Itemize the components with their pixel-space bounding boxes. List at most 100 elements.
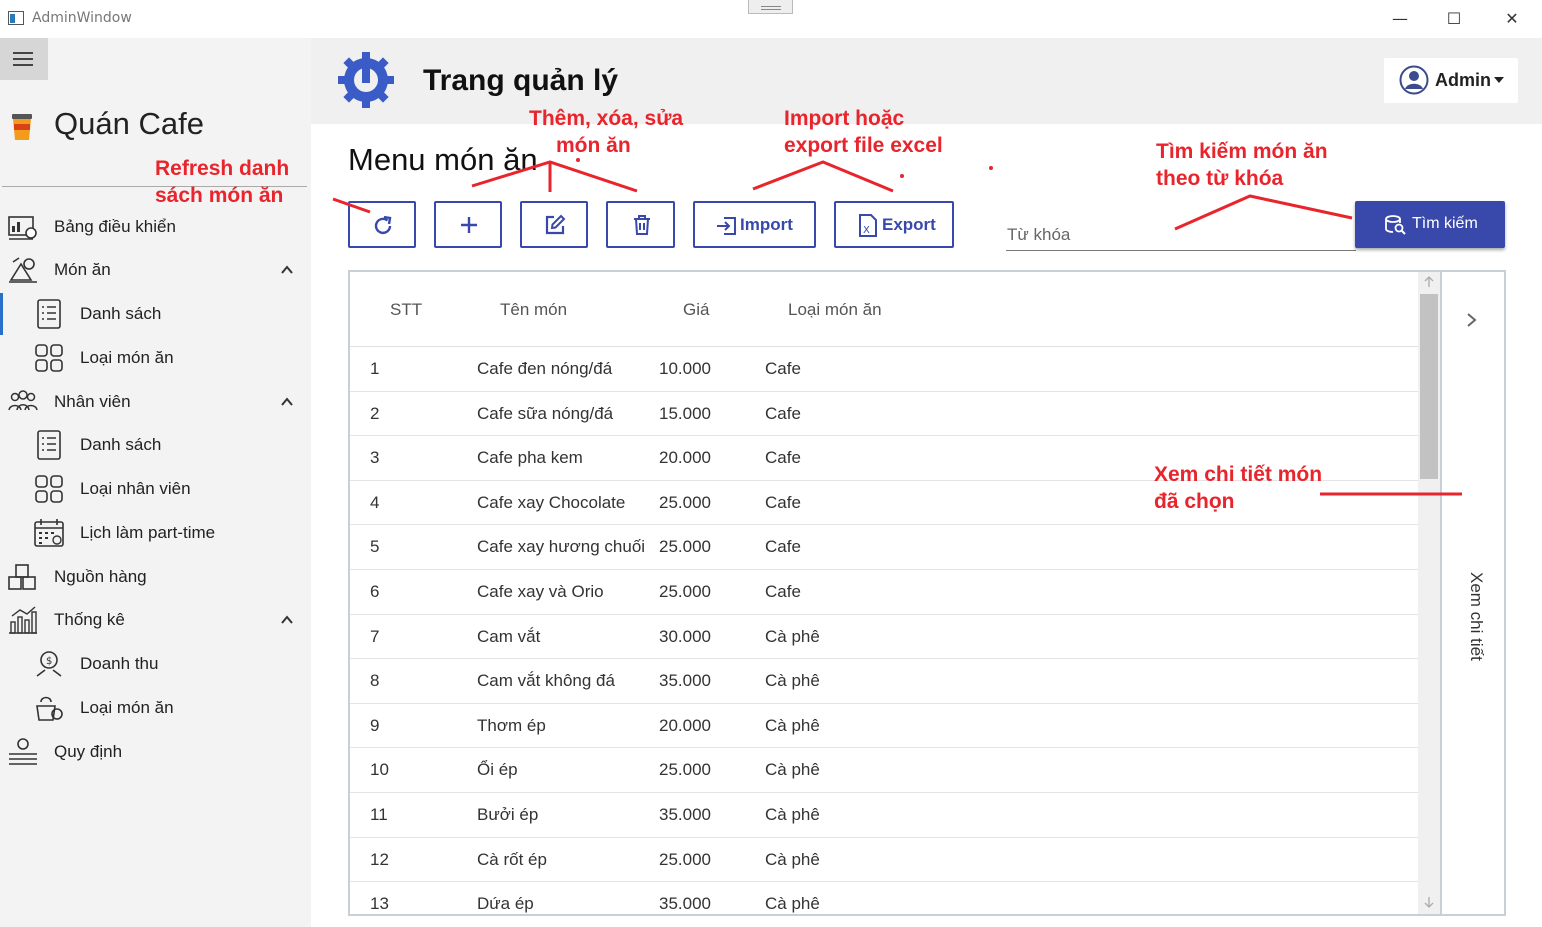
list-icon [37, 299, 61, 329]
food-category-icon [36, 696, 63, 721]
refresh-button[interactable] [348, 201, 416, 248]
table-cell: 20.000 [659, 715, 711, 735]
minimize-button[interactable]: — [1380, 6, 1420, 32]
table-cell: 3 [370, 448, 380, 468]
table-cell: Cà phê [765, 894, 820, 914]
hamburger-menu-button[interactable] [0, 38, 48, 80]
boxes-icon [8, 564, 36, 590]
rules-icon [9, 738, 37, 765]
sidebar-item-food[interactable]: Món ăn [0, 250, 311, 290]
edit-button[interactable] [520, 201, 588, 248]
chevron-up-icon[interactable] [280, 613, 294, 627]
export-label: Export [882, 215, 936, 234]
table-cell: 5 [370, 537, 380, 557]
import-icon [717, 217, 736, 235]
annotation-crud: Thêm, xóa, sửa món ăn [529, 105, 683, 159]
maximize-button[interactable]: ☐ [1434, 6, 1474, 32]
table-row[interactable]: 8 Cam vắt không đá 35.000 Cà phê [350, 659, 1418, 704]
export-button[interactable]: X Export [834, 201, 954, 248]
table-row[interactable]: 1 Cafe đen nóng/đá 10.000 Cafe [350, 347, 1418, 392]
detail-panel[interactable]: Xem chi tiết [1442, 270, 1506, 916]
user-name: Admin [1435, 70, 1491, 90]
table-cell: Cà phê [765, 849, 820, 869]
chevron-right-icon[interactable] [1466, 312, 1478, 328]
chevron-up-icon[interactable] [280, 395, 294, 409]
sidebar-item-label: Doanh thu [80, 654, 159, 673]
svg-text:X: X [863, 225, 870, 236]
search-button[interactable]: Tìm kiếm [1355, 201, 1505, 248]
table-cell: Cà phê [765, 760, 820, 780]
table-row[interactable]: 13 Dứa ép 35.000 Cà phê [350, 882, 1418, 914]
sidebar-item-label: Lịch làm part-time [80, 523, 216, 542]
grid-icon [35, 344, 63, 372]
search-input[interactable] [1006, 220, 1356, 251]
sidebar-item-staff-list[interactable]: Danh sách [0, 425, 311, 465]
avatar-icon [1399, 65, 1429, 95]
user-menu-button[interactable]: Admin [1384, 58, 1518, 103]
import-label: Import [740, 215, 793, 234]
sidebar-item-rules[interactable]: Quy định [0, 732, 311, 772]
sidebar-item-label: Nhân viên [54, 392, 131, 411]
drag-grip-icon[interactable] [748, 0, 793, 14]
table-cell: 13 [370, 894, 389, 914]
table-row[interactable]: 6 Cafe xay và Orio 25.000 Cafe [350, 570, 1418, 615]
list-icon [37, 430, 61, 460]
delete-button[interactable] [606, 201, 675, 248]
annotation-line: đã chọn [1154, 490, 1235, 513]
table-cell: Cafe xay và Orio [477, 582, 604, 601]
sidebar-item-staff-type[interactable]: Loại nhân viên [0, 469, 311, 509]
table-cell: Cafe [765, 403, 801, 423]
table-row[interactable]: 9 Thơm ép 20.000 Cà phê [350, 704, 1418, 749]
sidebar-item-label: Loại món ăn [80, 348, 174, 367]
sidebar-item-revenue[interactable]: $ Doanh thu [0, 644, 311, 684]
annotation-line: Thêm, xóa, sửa [529, 107, 684, 130]
scroll-up-icon[interactable] [1423, 276, 1435, 288]
sidebar-item-staff[interactable]: Nhân viên [0, 382, 311, 422]
sidebar-item-schedule[interactable]: Lịch làm part-time [0, 513, 311, 553]
table-row[interactable]: 12 Cà rốt ép 25.000 Cà phê [350, 838, 1418, 883]
table-cell: Bưởi ép [477, 805, 539, 824]
column-header[interactable]: Tên món [500, 300, 567, 320]
revenue-icon: $ [36, 651, 62, 677]
import-button[interactable]: Import [693, 201, 816, 248]
page-title: Trang quản lý [423, 64, 619, 97]
column-header[interactable]: STT [390, 300, 422, 320]
excel-file-icon: X [859, 214, 877, 237]
sidebar-item-dashboard[interactable]: Bảng điều khiển [0, 207, 311, 247]
column-header[interactable]: Loại món ăn [788, 300, 882, 320]
sidebar-item-food-category[interactable]: Loại món ăn [0, 338, 311, 378]
table-row[interactable]: 11 Bưởi ép 35.000 Cà phê [350, 793, 1418, 838]
table-cell: Cà phê [765, 805, 820, 824]
annotation-detail: Xem chi tiết món đã chọn [1154, 461, 1322, 515]
column-header[interactable]: Giá [683, 300, 709, 320]
calendar-icon [34, 519, 64, 547]
table-cell: 4 [370, 492, 380, 512]
vertical-scrollbar[interactable] [1418, 272, 1440, 914]
sidebar-item-food-stats[interactable]: Loại món ăn [0, 688, 311, 728]
table-row[interactable]: 2 Cafe sữa nóng/đá 15.000 Cafe [350, 392, 1418, 437]
sidebar-item-label: Danh sách [80, 304, 162, 323]
scroll-down-icon[interactable] [1423, 896, 1435, 908]
table-cell: Cafe [765, 537, 801, 557]
refresh-icon [374, 215, 392, 235]
add-button[interactable] [434, 201, 502, 248]
table-cell: Cà phê [765, 671, 820, 691]
sidebar-item-food-list[interactable]: Danh sách [0, 294, 311, 334]
table-cell: 6 [370, 582, 380, 601]
food-table: STT Tên món Giá Loại món ăn 1 Cafe đen nó… [348, 270, 1442, 916]
table-cell: 10.000 [659, 359, 711, 378]
table-row[interactable]: 5 Cafe xay hương chuối 25.000 Cafe [350, 525, 1418, 570]
table-row[interactable]: 7 Cam vắt 30.000 Cà phê [350, 615, 1418, 660]
chevron-up-icon[interactable] [280, 263, 294, 277]
scroll-thumb[interactable] [1420, 294, 1438, 479]
table-row[interactable]: 10 Ổi ép 25.000 Cà phê [350, 748, 1418, 793]
sidebar-item-label: Danh sách [80, 435, 162, 454]
table-cell: 8 [370, 671, 380, 691]
sidebar-item-supply[interactable]: Nguồn hàng [0, 557, 311, 597]
trash-icon [634, 215, 650, 235]
sidebar-item-label: Loại món ăn [80, 698, 174, 717]
sidebar-item-statistics[interactable]: Thống kê [0, 600, 311, 640]
table-cell: Cam vắt [477, 626, 541, 646]
sidebar-item-label: Món ăn [54, 260, 111, 279]
close-button[interactable]: ✕ [1492, 6, 1532, 32]
